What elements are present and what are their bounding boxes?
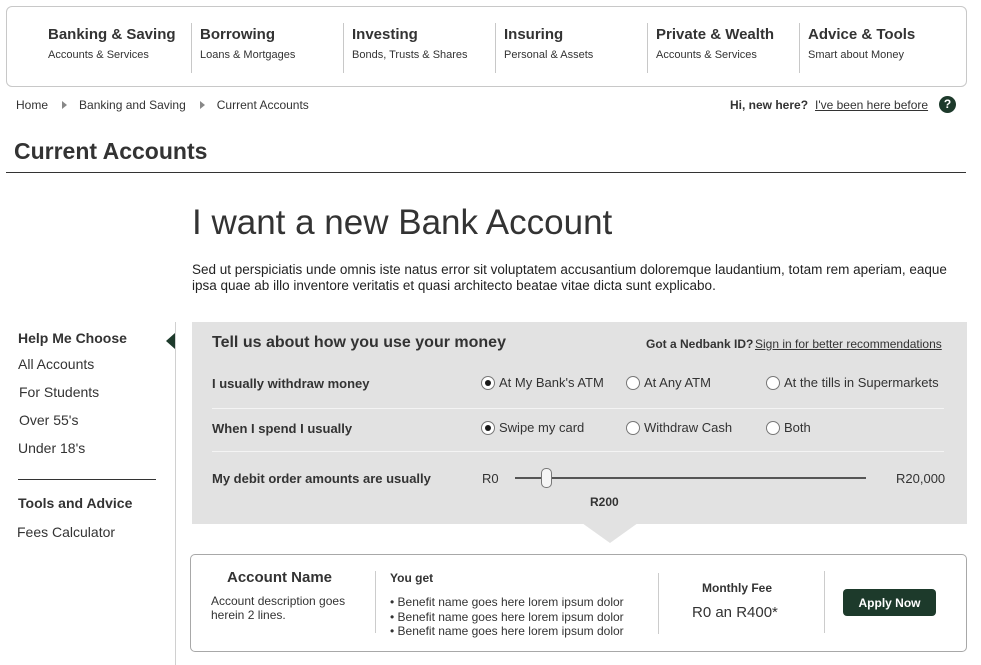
question-withdraw-label: I usually withdraw money — [212, 376, 370, 391]
benefit-item: Benefit name goes here lorem ipsum dolor — [390, 610, 624, 625]
sign-in-link[interactable]: Sign in for better recommendations — [755, 337, 942, 351]
nav-subtitle: Bonds, Trusts & Shares — [352, 49, 468, 61]
option-label: Withdraw Cash — [644, 420, 733, 435]
breadcrumb-current: Current Accounts — [216, 98, 309, 112]
option-any-atm[interactable]: At Any ATM — [626, 375, 711, 390]
questionnaire-title: Tell us about how you use your money — [212, 334, 506, 351]
nav-subtitle: Personal & Assets — [504, 49, 594, 61]
benefits-list: Benefit name goes here lorem ipsum dolor… — [390, 595, 624, 639]
panel-pointer — [582, 523, 638, 543]
nedbank-id-question: Got a Nedbank ID? — [646, 337, 754, 351]
account-description: Account description goes herein 2 lines. — [211, 594, 346, 622]
debit-order-slider-handle[interactable] — [541, 468, 553, 488]
benefit-item: Benefit name goes here lorem ipsum dolor — [390, 624, 624, 639]
nav-investing[interactable]: Investing Bonds, Trusts & Shares — [343, 23, 468, 73]
page-title: Current Accounts — [14, 138, 208, 164]
option-swipe-card[interactable]: Swipe my card — [481, 420, 584, 435]
slider-value-label: R200 — [590, 495, 619, 509]
sidebar-heading-tools-advice: Tools and Advice — [18, 495, 133, 511]
apply-now-button[interactable]: Apply Now — [843, 589, 936, 616]
sidebar-item-over-55[interactable]: Over 55's — [19, 412, 158, 428]
breadcrumb: Home Banking and Saving Current Accounts — [16, 98, 309, 112]
sidebar-heading-help-me-choose: Help Me Choose — [18, 330, 127, 346]
nav-subtitle: Loans & Mortgages — [200, 49, 296, 61]
option-label: Both — [784, 420, 811, 435]
radio-icon[interactable] — [766, 375, 780, 390]
nav-title: Insuring — [504, 26, 564, 43]
radio-icon[interactable] — [626, 375, 640, 390]
monthly-fee-value: R0 an R400* — [692, 604, 778, 621]
nav-advice-tools[interactable]: Advice & Tools Smart about Money — [799, 23, 915, 73]
option-label: At My Bank's ATM — [499, 375, 604, 390]
hero-intro: Sed ut perspiciatis unde omnis iste natu… — [192, 262, 947, 293]
option-my-bank-atm[interactable]: At My Bank's ATM — [481, 375, 604, 390]
nav-insuring[interactable]: Insuring Personal & Assets — [495, 23, 593, 73]
nav-title: Banking & Saving — [48, 26, 176, 43]
nav-subtitle: Accounts & Services — [48, 49, 149, 61]
account-name: Account Name — [227, 569, 333, 586]
nav-title: Advice & Tools — [808, 26, 916, 43]
option-label: At the tills in Supermarkets — [784, 375, 939, 390]
sidebar-item-all-accounts[interactable]: All Accounts — [18, 356, 158, 372]
card-divider — [824, 571, 825, 633]
slider-min-label: R0 — [482, 471, 499, 486]
sidebar-border — [175, 322, 176, 665]
option-both[interactable]: Both — [766, 420, 811, 435]
sidebar-item-under-18[interactable]: Under 18's — [18, 440, 158, 456]
card-divider — [375, 571, 376, 633]
returning-user-link[interactable]: I've been here before — [815, 98, 928, 112]
debit-order-slider-track[interactable] — [515, 477, 866, 479]
sidebar-divider — [18, 479, 156, 480]
chevron-right-icon — [199, 101, 205, 109]
chevron-right-icon — [62, 101, 68, 109]
slider-max-label: R20,000 — [896, 471, 946, 486]
benefit-item: Benefit name goes here lorem ipsum dolor — [390, 595, 624, 610]
nav-borrowing[interactable]: Borrowing Loans & Mortgages — [191, 23, 295, 73]
row-divider — [212, 451, 944, 452]
nav-title: Private & Wealth — [656, 26, 775, 43]
title-divider — [6, 172, 966, 173]
radio-selected-icon[interactable] — [481, 420, 495, 435]
breadcrumb-banking-saving[interactable]: Banking and Saving — [79, 98, 186, 112]
main-navigation: Banking & Saving Accounts & Services Bor… — [6, 6, 967, 87]
card-divider — [658, 573, 659, 634]
radio-icon[interactable] — [766, 420, 780, 435]
sidebar-item-for-students[interactable]: For Students — [19, 384, 158, 400]
row-divider — [212, 408, 944, 409]
option-label: Swipe my card — [499, 420, 585, 435]
question-debit-order-label: My debit order amounts are usually — [212, 471, 431, 486]
monthly-fee-label: Monthly Fee — [702, 581, 773, 595]
question-spend-label: When I spend I usually — [212, 421, 353, 436]
radio-selected-icon[interactable] — [481, 375, 495, 390]
nav-subtitle: Smart about Money — [808, 49, 904, 61]
radio-icon[interactable] — [626, 420, 640, 435]
nav-private-wealth[interactable]: Private & Wealth Accounts & Services — [647, 23, 774, 73]
option-supermarket-tills[interactable]: At the tills in Supermarkets — [766, 375, 939, 390]
active-indicator-icon — [166, 333, 175, 349]
sidebar: Help Me Choose All Accounts For Students… — [17, 330, 158, 540]
nav-subtitle: Accounts & Services — [656, 49, 757, 61]
nav-title: Investing — [352, 26, 418, 43]
help-icon[interactable]: ? — [939, 96, 956, 113]
breadcrumb-home[interactable]: Home — [16, 98, 48, 112]
greeting-text: Hi, new here? — [730, 98, 809, 112]
hero-title: I want a new Bank Account — [192, 203, 613, 242]
option-withdraw-cash[interactable]: Withdraw Cash — [626, 420, 732, 435]
sidebar-item-fees-calculator[interactable]: Fees Calculator — [17, 524, 158, 540]
nav-title: Borrowing — [200, 26, 275, 43]
option-label: At Any ATM — [644, 375, 711, 390]
you-get-heading: You get — [390, 571, 434, 585]
nav-banking-saving[interactable]: Banking & Saving Accounts & Services — [40, 23, 176, 73]
